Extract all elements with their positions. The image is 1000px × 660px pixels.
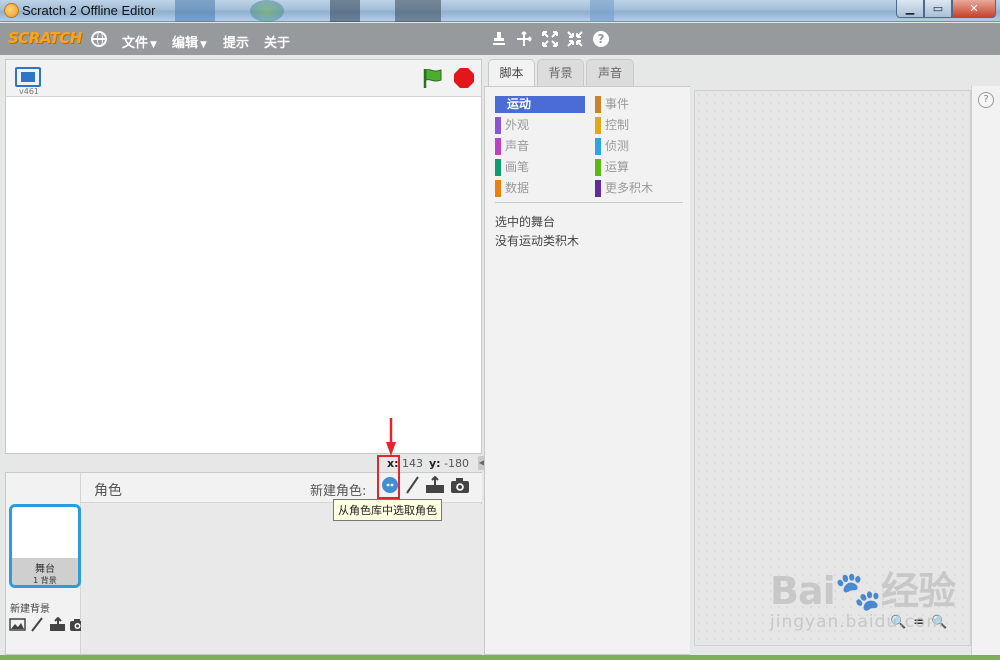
- version-label: v461: [19, 87, 40, 96]
- sprite-library-tooltip: 从角色库中选取角色: [333, 499, 442, 521]
- stage-column: 舞台 1 背景 新建背景: [6, 473, 85, 654]
- fullscreen-icon[interactable]: [15, 67, 41, 87]
- palette-message-empty: 没有运动类积木: [495, 234, 580, 248]
- tab-scripts[interactable]: 脚本: [488, 59, 535, 87]
- help-icon[interactable]: ?: [593, 31, 609, 47]
- stage-header: v461: [6, 60, 481, 97]
- watermark-url: jingyan.baidu.com: [770, 612, 944, 632]
- taskbar-thumbnail: [330, 0, 360, 22]
- taskbar-thumbnail: [250, 0, 284, 22]
- palette-category[interactable]: 运算: [595, 159, 685, 176]
- category-label: 画笔: [505, 160, 530, 174]
- category-color-swatch: [595, 138, 601, 155]
- menu-file[interactable]: 文件 ▼: [122, 32, 157, 51]
- window-title: Scratch 2 Offline Editor: [22, 3, 156, 18]
- upload-backdrop-icon[interactable]: [49, 617, 66, 632]
- category-color-swatch: [595, 180, 601, 197]
- tab-backdrops[interactable]: 背景: [537, 59, 584, 86]
- script-area-scrollbar[interactable]: [971, 86, 1000, 655]
- palette-category[interactable]: 画笔: [495, 159, 585, 176]
- palette-divider: [495, 202, 683, 203]
- palette-category[interactable]: 运动: [495, 96, 585, 113]
- new-backdrop-tools: [9, 617, 86, 632]
- category-label: 运算: [605, 160, 630, 174]
- palette-category[interactable]: 声音: [495, 138, 585, 155]
- category-color-swatch: [595, 159, 601, 176]
- category-label: 侦测: [605, 139, 630, 153]
- palette-category[interactable]: 数据: [495, 180, 585, 197]
- mouse-y-readout: y: -180: [429, 457, 470, 470]
- close-button[interactable]: ✕: [952, 0, 996, 18]
- backdrop-library-icon[interactable]: [9, 617, 26, 632]
- paint-backdrop-icon[interactable]: [29, 617, 46, 632]
- palette-category[interactable]: 外观: [495, 117, 585, 134]
- stage-thumbnail-caption: 舞台 1 背景: [12, 558, 78, 585]
- annotation-highlight-box: [377, 455, 400, 499]
- new-backdrop-label: 新建背景: [10, 604, 50, 615]
- annotation-arrow-icon: [386, 418, 396, 456]
- stage-thumb-name: 舞台: [35, 564, 55, 575]
- category-color-swatch: [495, 159, 501, 176]
- sprite-list: [81, 504, 482, 654]
- category-color-swatch: [495, 138, 501, 155]
- taskbar-thumbnail: [175, 0, 215, 22]
- watermark-brand: Bai🐾经验: [770, 569, 956, 613]
- category-label: 声音: [505, 139, 530, 153]
- baidu-watermark: Bai🐾经验 jingyan.baidu.com: [770, 560, 956, 632]
- menu-edit[interactable]: 编辑 ▼: [172, 32, 207, 51]
- menu-tips[interactable]: 提示: [223, 32, 249, 51]
- stage-thumbnail[interactable]: 舞台 1 背景: [9, 504, 81, 588]
- category-label: 更多积木: [605, 181, 654, 195]
- window-title-bar: Scratch 2 Offline Editor ▁ ▭ ✕: [0, 0, 1000, 22]
- menu-bar: SCRATCH 文件 ▼ 编辑 ▼ 提示 关于 ?: [0, 23, 1000, 55]
- category-color-swatch: [595, 117, 601, 134]
- block-palette: 运动外观声音画笔数据 事件控制侦测运算更多积木 选中的舞台 没有运动类积木: [484, 86, 690, 655]
- taskbar-thumbnail: [395, 0, 441, 22]
- new-sprite-label: 新建角色:: [310, 484, 367, 499]
- stamp-icon[interactable]: [490, 31, 508, 50]
- window-controls: ▁ ▭ ✕: [896, 0, 996, 19]
- grow-icon[interactable]: [541, 31, 559, 50]
- category-label: 外观: [505, 118, 530, 132]
- palette-category[interactable]: 事件: [595, 96, 685, 113]
- category-color-swatch: [495, 117, 501, 134]
- palette-category[interactable]: 更多积木: [595, 180, 685, 197]
- category-label: 数据: [505, 181, 530, 195]
- category-label: 控制: [605, 118, 630, 132]
- scratch-logo[interactable]: SCRATCH: [8, 29, 82, 47]
- tab-sounds[interactable]: 声音: [586, 59, 634, 86]
- editor-tabs: 脚本 背景 声音: [488, 59, 634, 87]
- shrink-icon[interactable]: [566, 31, 584, 50]
- stage-panel: v461: [5, 59, 482, 454]
- category-label: 事件: [605, 97, 630, 111]
- category-color-swatch: [495, 180, 501, 197]
- globe-icon[interactable]: [91, 31, 107, 47]
- minimize-button[interactable]: ▁: [896, 0, 924, 18]
- cut-icon[interactable]: [515, 31, 533, 50]
- scratch-cat-icon: [4, 3, 19, 18]
- paint-sprite-icon[interactable]: [403, 476, 423, 494]
- taskbar-thumbnail: [590, 0, 614, 22]
- palette-message-selected: 选中的舞台: [495, 215, 556, 229]
- sprites-label: 角色: [94, 483, 122, 499]
- menu-about[interactable]: 关于: [264, 32, 290, 51]
- upload-sprite-icon[interactable]: [425, 476, 445, 494]
- green-flag-icon[interactable]: [421, 67, 443, 89]
- maximize-button[interactable]: ▭: [924, 0, 952, 18]
- stop-icon[interactable]: [454, 68, 474, 88]
- category-color-swatch: [595, 96, 601, 113]
- palette-category[interactable]: 侦测: [595, 138, 685, 155]
- camera-sprite-icon[interactable]: [450, 476, 470, 494]
- stage-thumb-subtitle: 1 背景: [33, 576, 57, 585]
- block-help-icon[interactable]: ?: [978, 92, 994, 108]
- stage-canvas[interactable]: [6, 97, 481, 453]
- taskbar-edge: [0, 655, 1000, 660]
- category-label: 运动: [507, 97, 532, 111]
- palette-category[interactable]: 控制: [595, 117, 685, 134]
